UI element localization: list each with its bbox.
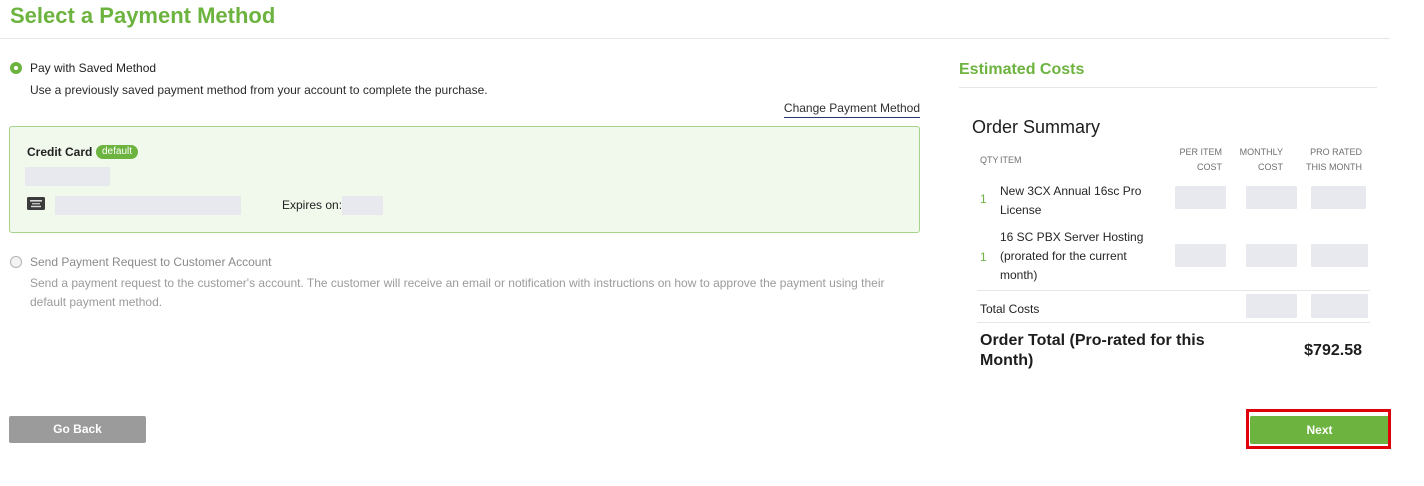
row-qty: 1 bbox=[980, 192, 987, 206]
prorated-cost-placeholder bbox=[1311, 186, 1366, 209]
row-item-name: New 3CX Annual 16sc Pro License bbox=[1000, 184, 1142, 217]
saved-method-description: Use a previously saved payment method fr… bbox=[30, 83, 488, 97]
prorated-column-header: PRO RATED THIS MONTH bbox=[1306, 147, 1362, 172]
monthly-cost-column-header: MONTHLY COST bbox=[1239, 147, 1283, 172]
prorated-cost-placeholder bbox=[1311, 244, 1368, 267]
qty-column-header: QTY bbox=[980, 155, 999, 165]
saved-method-label: Pay with Saved Method bbox=[30, 61, 157, 75]
table-row: 1 New 3CX Annual 16sc Pro License bbox=[975, 180, 1375, 220]
cardholder-name-placeholder bbox=[25, 167, 110, 186]
estimated-costs-heading: Estimated Costs bbox=[959, 61, 1085, 78]
monthly-cost-placeholder bbox=[1246, 186, 1297, 209]
row-item-name: 16 SC PBX Server Hosting (prorated for t… bbox=[1000, 230, 1144, 282]
card-type-label: Credit Card bbox=[27, 145, 93, 159]
title-divider bbox=[0, 38, 1390, 39]
table-row: 1 16 SC PBX Server Hosting (prorated for… bbox=[975, 226, 1375, 288]
total-monthly-placeholder bbox=[1246, 294, 1297, 318]
per-item-cost-column-header: PER ITEM COST bbox=[1179, 147, 1222, 172]
next-button[interactable]: Next bbox=[1250, 416, 1389, 444]
order-total-value: $792.58 bbox=[1304, 342, 1362, 359]
saved-method-radio[interactable] bbox=[10, 62, 22, 74]
default-badge: default bbox=[96, 145, 139, 159]
monthly-cost-placeholder bbox=[1246, 244, 1297, 267]
row-qty: 1 bbox=[980, 250, 987, 264]
payment-request-label: Send Payment Request to Customer Account bbox=[30, 255, 272, 269]
payment-request-radio[interactable] bbox=[10, 256, 22, 268]
items-divider bbox=[977, 290, 1370, 291]
order-total-label: Order Total (Pro-rated for this Month) bbox=[980, 332, 1205, 369]
expires-label: Expires on: bbox=[282, 198, 343, 212]
per-item-cost-placeholder bbox=[1175, 186, 1226, 209]
card-number-placeholder bbox=[55, 196, 241, 215]
order-summary-title: Order Summary bbox=[972, 117, 1101, 137]
go-back-button[interactable]: Go Back bbox=[9, 416, 146, 443]
per-item-cost-placeholder bbox=[1175, 244, 1226, 267]
totals-divider bbox=[977, 322, 1370, 323]
change-payment-method-link[interactable]: Change Payment Method bbox=[783, 101, 920, 118]
expiry-date-placeholder bbox=[342, 196, 383, 215]
saved-card-panel[interactable]: Credit Card default Expires on: bbox=[9, 126, 920, 233]
payment-request-description: Send a payment request to the customer's… bbox=[30, 276, 885, 309]
costs-divider bbox=[959, 87, 1377, 88]
item-column-header: ITEM bbox=[1000, 155, 1022, 165]
total-costs-label: Total Costs bbox=[980, 302, 1040, 316]
page-title: Select a Payment Method bbox=[10, 3, 276, 28]
total-prorated-placeholder bbox=[1311, 294, 1368, 318]
credit-card-icon bbox=[27, 197, 45, 210]
